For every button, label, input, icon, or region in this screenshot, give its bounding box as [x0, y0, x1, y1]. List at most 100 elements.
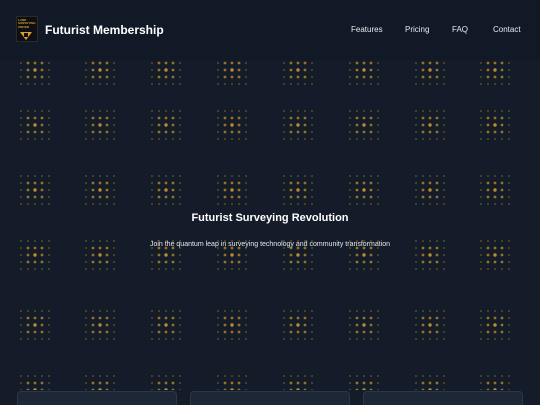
pattern-dot	[48, 138, 50, 140]
pattern-dot	[33, 116, 37, 120]
pattern-dot	[85, 189, 87, 191]
logo-text: LAND SURVEYING UNITED	[18, 18, 36, 29]
pattern-dot	[369, 388, 373, 390]
pattern-dot	[85, 175, 87, 177]
pattern-dot	[34, 310, 36, 312]
pattern-dot	[297, 310, 299, 312]
pattern-dot	[355, 195, 359, 199]
pattern-dot	[290, 375, 292, 377]
pattern-dot	[85, 331, 87, 333]
pattern-dot	[428, 253, 432, 257]
pattern-dot	[369, 316, 373, 320]
brand-title[interactable]: Futurist Membership	[45, 23, 164, 37]
pattern-dot	[223, 330, 227, 334]
pattern-dot	[493, 316, 497, 320]
pattern-dot	[40, 130, 44, 134]
feature-card-3[interactable]	[363, 391, 523, 405]
pattern-dot	[494, 268, 496, 270]
pattern-dot	[480, 196, 482, 198]
pattern-dot	[349, 131, 351, 133]
pattern-dot	[165, 138, 167, 140]
pattern-dot	[303, 388, 307, 390]
pattern-dot	[500, 130, 504, 134]
pattern-dot	[480, 124, 482, 126]
nav-features[interactable]: Features	[351, 25, 383, 34]
pattern-dot	[289, 123, 293, 127]
pattern-dot	[415, 175, 417, 177]
pattern-dot	[48, 124, 50, 126]
pattern-dot	[40, 75, 44, 79]
pattern-dot	[493, 388, 497, 390]
pattern-dot	[297, 338, 299, 340]
pattern-dot	[230, 188, 234, 192]
pattern-dot	[304, 110, 306, 112]
pattern-dot	[415, 182, 417, 184]
pattern-dot	[245, 189, 247, 191]
pattern-dot	[369, 195, 373, 199]
pattern-dot	[217, 62, 219, 64]
pattern-dot	[415, 324, 417, 326]
pattern-dot	[415, 375, 417, 377]
nav-pricing[interactable]: Pricing	[405, 25, 429, 34]
pattern-dot	[217, 338, 219, 340]
pattern-dot	[113, 76, 115, 78]
nav-faq[interactable]: FAQ	[452, 25, 468, 34]
pattern-dot	[304, 83, 306, 85]
pattern-dot	[508, 382, 510, 384]
pattern-dot	[500, 75, 504, 79]
pattern-dot	[356, 338, 358, 340]
pattern-dot	[377, 203, 379, 205]
pattern-dot	[113, 117, 115, 119]
pattern-dot	[296, 61, 300, 65]
pattern-dot	[500, 68, 504, 72]
pattern-dot	[91, 123, 95, 127]
pattern-dot	[20, 324, 22, 326]
pattern-dot	[151, 203, 153, 205]
pattern-dot	[415, 254, 417, 256]
pattern-dot	[179, 331, 181, 333]
pattern-dot	[85, 110, 87, 112]
pattern-dot	[106, 83, 108, 85]
pattern-dot	[99, 138, 101, 140]
pattern-dot	[486, 181, 490, 185]
pattern-dot	[245, 268, 247, 270]
pattern-dot	[224, 203, 226, 205]
pattern-dot	[283, 375, 285, 377]
nav-contact[interactable]: Contact	[493, 25, 521, 34]
pattern-dot	[98, 388, 102, 390]
pattern-dot	[311, 389, 313, 390]
pattern-dot	[443, 203, 445, 205]
pattern-dot	[443, 124, 445, 126]
pattern-dot	[435, 381, 439, 385]
pattern-dot	[224, 375, 226, 377]
pattern-dot	[238, 175, 240, 177]
pattern-dot	[377, 175, 379, 177]
feature-card-2[interactable]	[190, 391, 350, 405]
pattern-dot	[91, 260, 95, 264]
pattern-dot	[296, 123, 300, 127]
pattern-dot	[289, 61, 293, 65]
pattern-dot	[493, 260, 497, 264]
pattern-dot	[428, 123, 432, 127]
pattern-dot	[443, 76, 445, 78]
pattern-dot	[85, 83, 87, 85]
pattern-dot	[41, 175, 43, 177]
pattern-dot	[245, 110, 247, 112]
pattern-dot	[421, 130, 425, 134]
pattern-dot	[369, 323, 373, 327]
feature-card-1[interactable]	[17, 391, 177, 405]
pattern-dot	[217, 324, 219, 326]
pattern-dot	[356, 375, 358, 377]
pattern-dot	[443, 331, 445, 333]
pattern-dot	[349, 389, 351, 390]
pattern-dot	[20, 268, 22, 270]
pattern-dot	[311, 317, 313, 319]
pattern-dot	[98, 195, 102, 199]
pattern-dot	[283, 254, 285, 256]
pattern-dot	[435, 253, 439, 257]
logo[interactable]: LAND SURVEYING UNITED	[16, 16, 38, 42]
pattern-dot	[311, 375, 313, 377]
pattern-dot	[311, 131, 313, 133]
pattern-dot	[377, 124, 379, 126]
pattern-dot	[283, 83, 285, 85]
